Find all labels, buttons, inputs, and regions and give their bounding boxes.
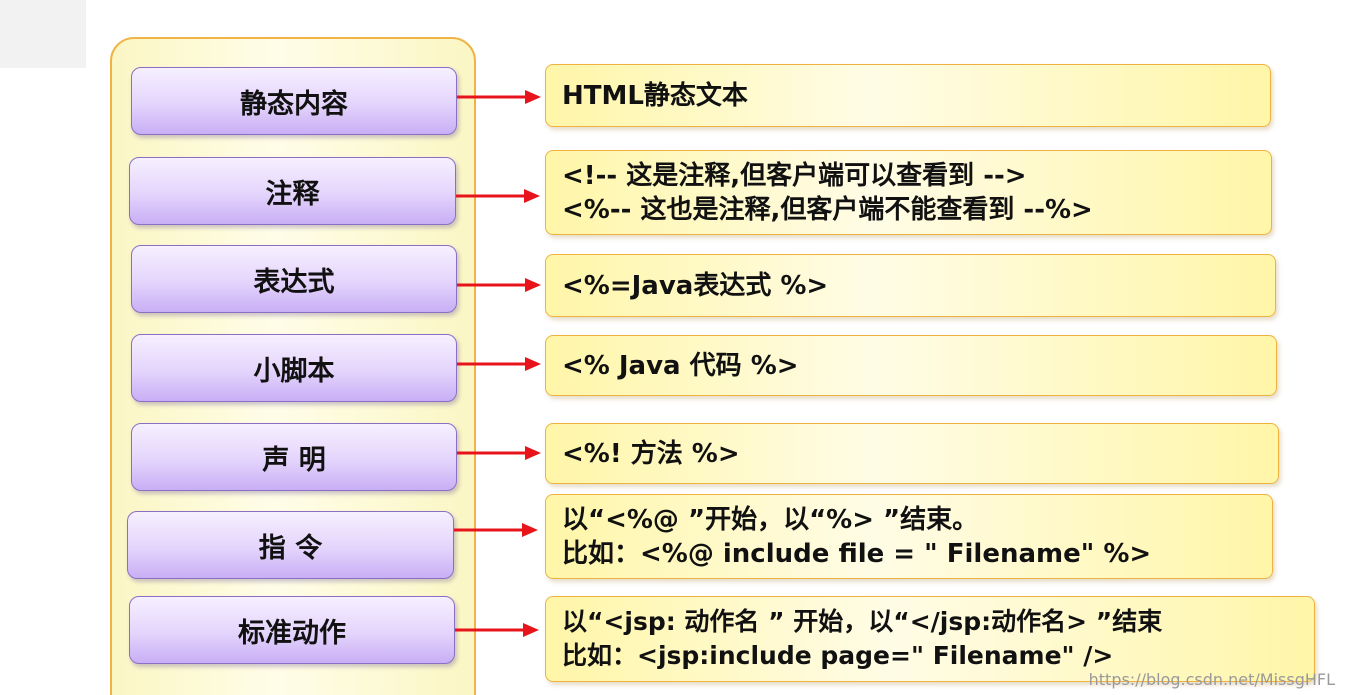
desc-line: <% Java 代码 %>: [562, 350, 799, 381]
desc-static-content: HTML静态文本: [545, 64, 1271, 127]
arrow-comment: [456, 189, 540, 203]
arrow-directive: [454, 523, 538, 537]
concept-expression: 表达式: [131, 245, 457, 313]
desc-line: 以“<%@ ”开始，以“%> ”结束。: [562, 504, 979, 535]
desc-line: <!-- 这是注释,但客户端可以查看到 -->: [562, 160, 1027, 191]
arrow-static-content: [457, 90, 541, 104]
diagram-canvas: 静态内容 HTML静态文本 注释 <!-- 这是注释,但客户端可以查看到 -->…: [0, 0, 1349, 695]
desc-scriptlet: <% Java 代码 %>: [545, 335, 1277, 396]
concept-standard-action: 标准动作: [129, 596, 455, 664]
desc-line: <%-- 这也是注释,但客户端不能查看到 --%>: [562, 194, 1093, 225]
desc-declaration: <%! 方法 %>: [545, 423, 1279, 484]
desc-line: 比如：<%@ include file = " Filename" %>: [562, 538, 1152, 569]
watermark: https://blog.csdn.net/MissgHFL: [1088, 670, 1335, 689]
desc-line: 比如：<jsp:include page=" Filename" />: [562, 641, 1114, 670]
concept-label: 静态内容: [240, 88, 348, 120]
concept-label: 指 令: [258, 532, 323, 564]
arrow-declaration: [457, 446, 541, 460]
desc-line: HTML静态文本: [562, 80, 748, 111]
desc-line: <%=Java表达式 %>: [562, 270, 829, 301]
concept-label: 标准动作: [238, 617, 346, 649]
arrow-expression: [457, 278, 541, 292]
desc-expression: <%=Java表达式 %>: [545, 254, 1276, 317]
concept-label: 小脚本: [253, 355, 335, 387]
corner-block: [0, 0, 86, 68]
concept-declaration: 声 明: [131, 423, 457, 491]
desc-line: <%! 方法 %>: [562, 438, 740, 469]
desc-line: 以“<jsp: 动作名 ” 开始，以“</jsp:动作名> ”结束: [562, 607, 1163, 636]
concept-static-content: 静态内容: [131, 67, 457, 135]
concept-label: 表达式: [253, 266, 335, 298]
arrow-scriptlet: [457, 357, 541, 371]
concept-label: 声 明: [262, 444, 326, 476]
concept-comment: 注释: [129, 157, 456, 225]
desc-directive: 以“<%@ ”开始，以“%> ”结束。 比如：<%@ include file …: [545, 494, 1273, 579]
arrow-standard-action: [455, 623, 539, 637]
concept-label: 注释: [265, 178, 320, 210]
concept-directive: 指 令: [127, 511, 454, 579]
concept-scriptlet: 小脚本: [131, 334, 457, 402]
desc-comment: <!-- 这是注释,但客户端可以查看到 --> <%-- 这也是注释,但客户端不…: [545, 150, 1272, 235]
